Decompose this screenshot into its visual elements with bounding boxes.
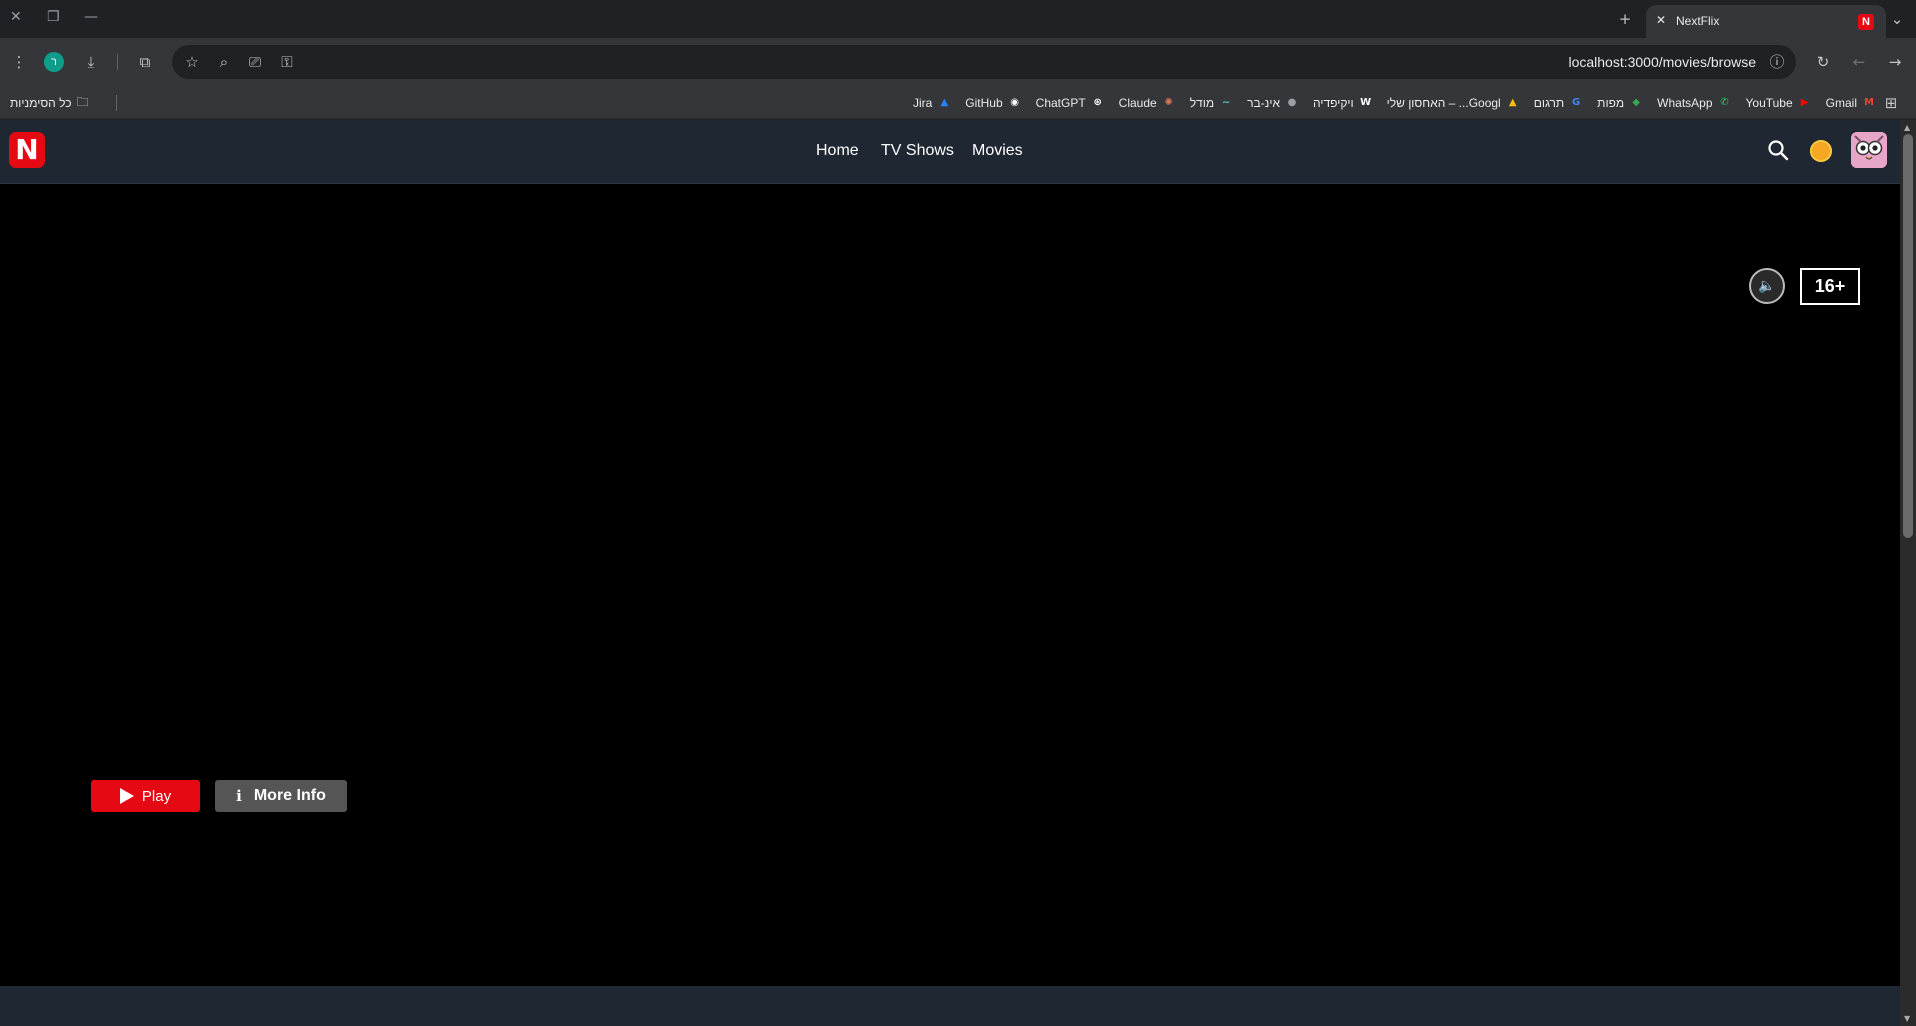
- site-info-icon[interactable]: ⓘ: [1766, 52, 1788, 72]
- bookmark-chatgpt[interactable]: ChatGPT ⊛: [1036, 96, 1105, 110]
- play-icon: [119, 788, 134, 804]
- theme-toggle-sun-icon[interactable]: [1810, 140, 1832, 162]
- menu-kebab-icon[interactable]: ⋮: [8, 52, 30, 72]
- bookmark-moodle[interactable]: מודל ~: [1190, 96, 1233, 110]
- new-tab-button[interactable]: +: [1614, 9, 1636, 29]
- tab-nextflix[interactable]: ✕ NextFlix N: [1646, 5, 1886, 38]
- user-avatar[interactable]: [1851, 132, 1887, 168]
- minimize-window-icon[interactable]: —: [84, 9, 98, 25]
- jira-icon: ▲: [940, 96, 949, 108]
- profile-avatar[interactable]: ר: [44, 52, 64, 72]
- nav-movies[interactable]: Movies: [972, 142, 1023, 160]
- maturity-rating-badge: 16+: [1800, 268, 1860, 305]
- bookmark-youtube[interactable]: YouTube ▶: [1746, 96, 1812, 110]
- site-navbar: N Home TV Shows Movies: [0, 120, 1900, 184]
- url-text[interactable]: localhost:3000/movies/browse: [1568, 54, 1756, 70]
- tab-title: NextFlix: [1676, 14, 1720, 28]
- nextflix-logo[interactable]: N: [9, 132, 45, 168]
- bookmark-label: ChatGPT: [1035, 95, 1086, 110]
- all-bookmarks[interactable]: כל הסימניות 🗀: [10, 94, 89, 112]
- whatsapp-icon: ✆: [1720, 96, 1729, 108]
- reload-icon[interactable]: ↻: [1812, 52, 1834, 72]
- github-icon: ◉: [1010, 96, 1020, 108]
- toolbar-divider: [117, 54, 118, 70]
- globe-icon: ●: [1287, 96, 1297, 108]
- bookmark-globe[interactable]: אינ-בר ●: [1247, 96, 1299, 110]
- page-scrollbar[interactable]: ▲ ▼: [1900, 120, 1916, 1026]
- bookmark-translate[interactable]: תרגום G: [1534, 96, 1583, 110]
- drive-icon: ▲: [1508, 96, 1517, 108]
- bookmark-label: מפות: [1597, 95, 1625, 110]
- address-bar[interactable]: ☆ ⌕ ⎚ ⚿ localhost:3000/movies/browse ⓘ: [172, 45, 1796, 79]
- bookmark-maps[interactable]: מפות ◆: [1597, 96, 1643, 110]
- bookmark-label: Jira: [912, 95, 933, 110]
- restore-window-icon[interactable]: ❐: [47, 9, 60, 25]
- more-info-button[interactable]: i More Info: [215, 780, 347, 812]
- chatgpt-icon: ⊛: [1093, 96, 1102, 108]
- all-bookmarks-label: כל הסימניות: [10, 96, 72, 110]
- scrollbar-thumb[interactable]: [1903, 134, 1913, 538]
- tab-strip: ✕ ❐ — + ✕ NextFlix N ⌄: [0, 0, 1916, 38]
- translate-icon: G: [1572, 96, 1581, 108]
- bookmark-gmail[interactable]: Gmail M: [1826, 96, 1876, 110]
- bookmark-label: Gmail: [1825, 95, 1857, 110]
- bookmark-drive[interactable]: האחסון שלי – ...Googl ▲: [1387, 96, 1520, 110]
- bookmark-label: WhatsApp: [1657, 95, 1713, 110]
- bookmark-label: ויקיפדיה: [1312, 95, 1354, 110]
- wikipedia-icon: W: [1360, 96, 1372, 108]
- nav-tv-shows[interactable]: TV Shows: [881, 142, 954, 160]
- folder-icon: 🗀: [76, 94, 89, 109]
- bookmarks-bar: כל הסימניות 🗀 Gmail M YouTube ▶ WhatsApp ✆ מפו…: [0, 86, 1916, 119]
- play-button[interactable]: Play: [91, 780, 200, 812]
- bookmark-label: תרגום: [1533, 95, 1565, 110]
- page-viewport: N Home TV Shows Movies 🔈 16+ Play i More…: [0, 120, 1900, 1026]
- bookmark-star-icon[interactable]: ☆: [181, 52, 203, 72]
- info-icon: i: [236, 787, 242, 805]
- maps-icon: ◆: [1632, 96, 1640, 108]
- bookmark-wikipedia[interactable]: ויקיפדיה W: [1313, 96, 1373, 110]
- content-row-area: [0, 986, 1900, 1026]
- downloads-icon[interactable]: ⤓: [80, 52, 102, 72]
- scroll-down-arrow-icon[interactable]: ▼: [1904, 1014, 1910, 1023]
- moodle-icon: ~: [1221, 96, 1231, 108]
- gmail-icon: M: [1864, 96, 1874, 108]
- apps-grid-icon[interactable]: ⊞: [1880, 93, 1902, 113]
- play-button-label: Play: [141, 787, 172, 805]
- bookmark-claude[interactable]: Claude ✺: [1119, 96, 1176, 110]
- bookmark-whatsapp[interactable]: WhatsApp ✆: [1657, 96, 1731, 110]
- browser-toolbar: ⋮ ר ⤓ ⧉ ☆ ⌕ ⎚ ⚿ localhost:3000/movies/br…: [0, 38, 1916, 86]
- claude-icon: ✺: [1164, 96, 1173, 108]
- bookmark-label: YouTube: [1745, 95, 1793, 110]
- extensions-icon[interactable]: ⧉: [134, 52, 156, 72]
- bookmark-github[interactable]: GitHub ◉: [965, 96, 1021, 110]
- tab-search-button[interactable]: ⌄: [1886, 9, 1908, 29]
- tab-close-icon[interactable]: ✕: [1656, 13, 1666, 27]
- bookmark-list: Gmail M YouTube ▶ WhatsApp ✆ מפות ◆ תרגום G האחסון…: [913, 86, 1876, 119]
- scroll-up-arrow-icon[interactable]: ▲: [1904, 123, 1910, 132]
- bookmark-label: מודל: [1189, 95, 1215, 110]
- close-window-icon[interactable]: ✕: [10, 9, 22, 25]
- password-key-icon[interactable]: ⚿: [276, 52, 298, 72]
- zoom-icon[interactable]: ⌕: [213, 52, 235, 72]
- youtube-icon: ▶: [1800, 96, 1809, 108]
- bookmark-label: האחסון שלי – ...Googl: [1386, 95, 1501, 110]
- nav-home[interactable]: Home: [816, 142, 859, 160]
- bookmark-label: אינ-בר: [1247, 95, 1280, 110]
- tab-favicon: N: [1858, 14, 1874, 30]
- bookmark-label: GitHub: [965, 95, 1003, 110]
- back-arrow-icon[interactable]: ←: [1848, 52, 1870, 72]
- bookmark-jira[interactable]: Jira ▲: [913, 96, 951, 110]
- forward-arrow-icon[interactable]: →: [1884, 52, 1906, 72]
- mute-toggle-icon[interactable]: 🔈: [1749, 268, 1785, 304]
- cast-icon[interactable]: ⎚: [244, 52, 266, 72]
- more-info-button-label: More Info: [253, 787, 326, 804]
- bookmarks-divider: [116, 95, 117, 111]
- bookmark-label: Claude: [1118, 95, 1157, 110]
- search-icon[interactable]: [1766, 138, 1790, 162]
